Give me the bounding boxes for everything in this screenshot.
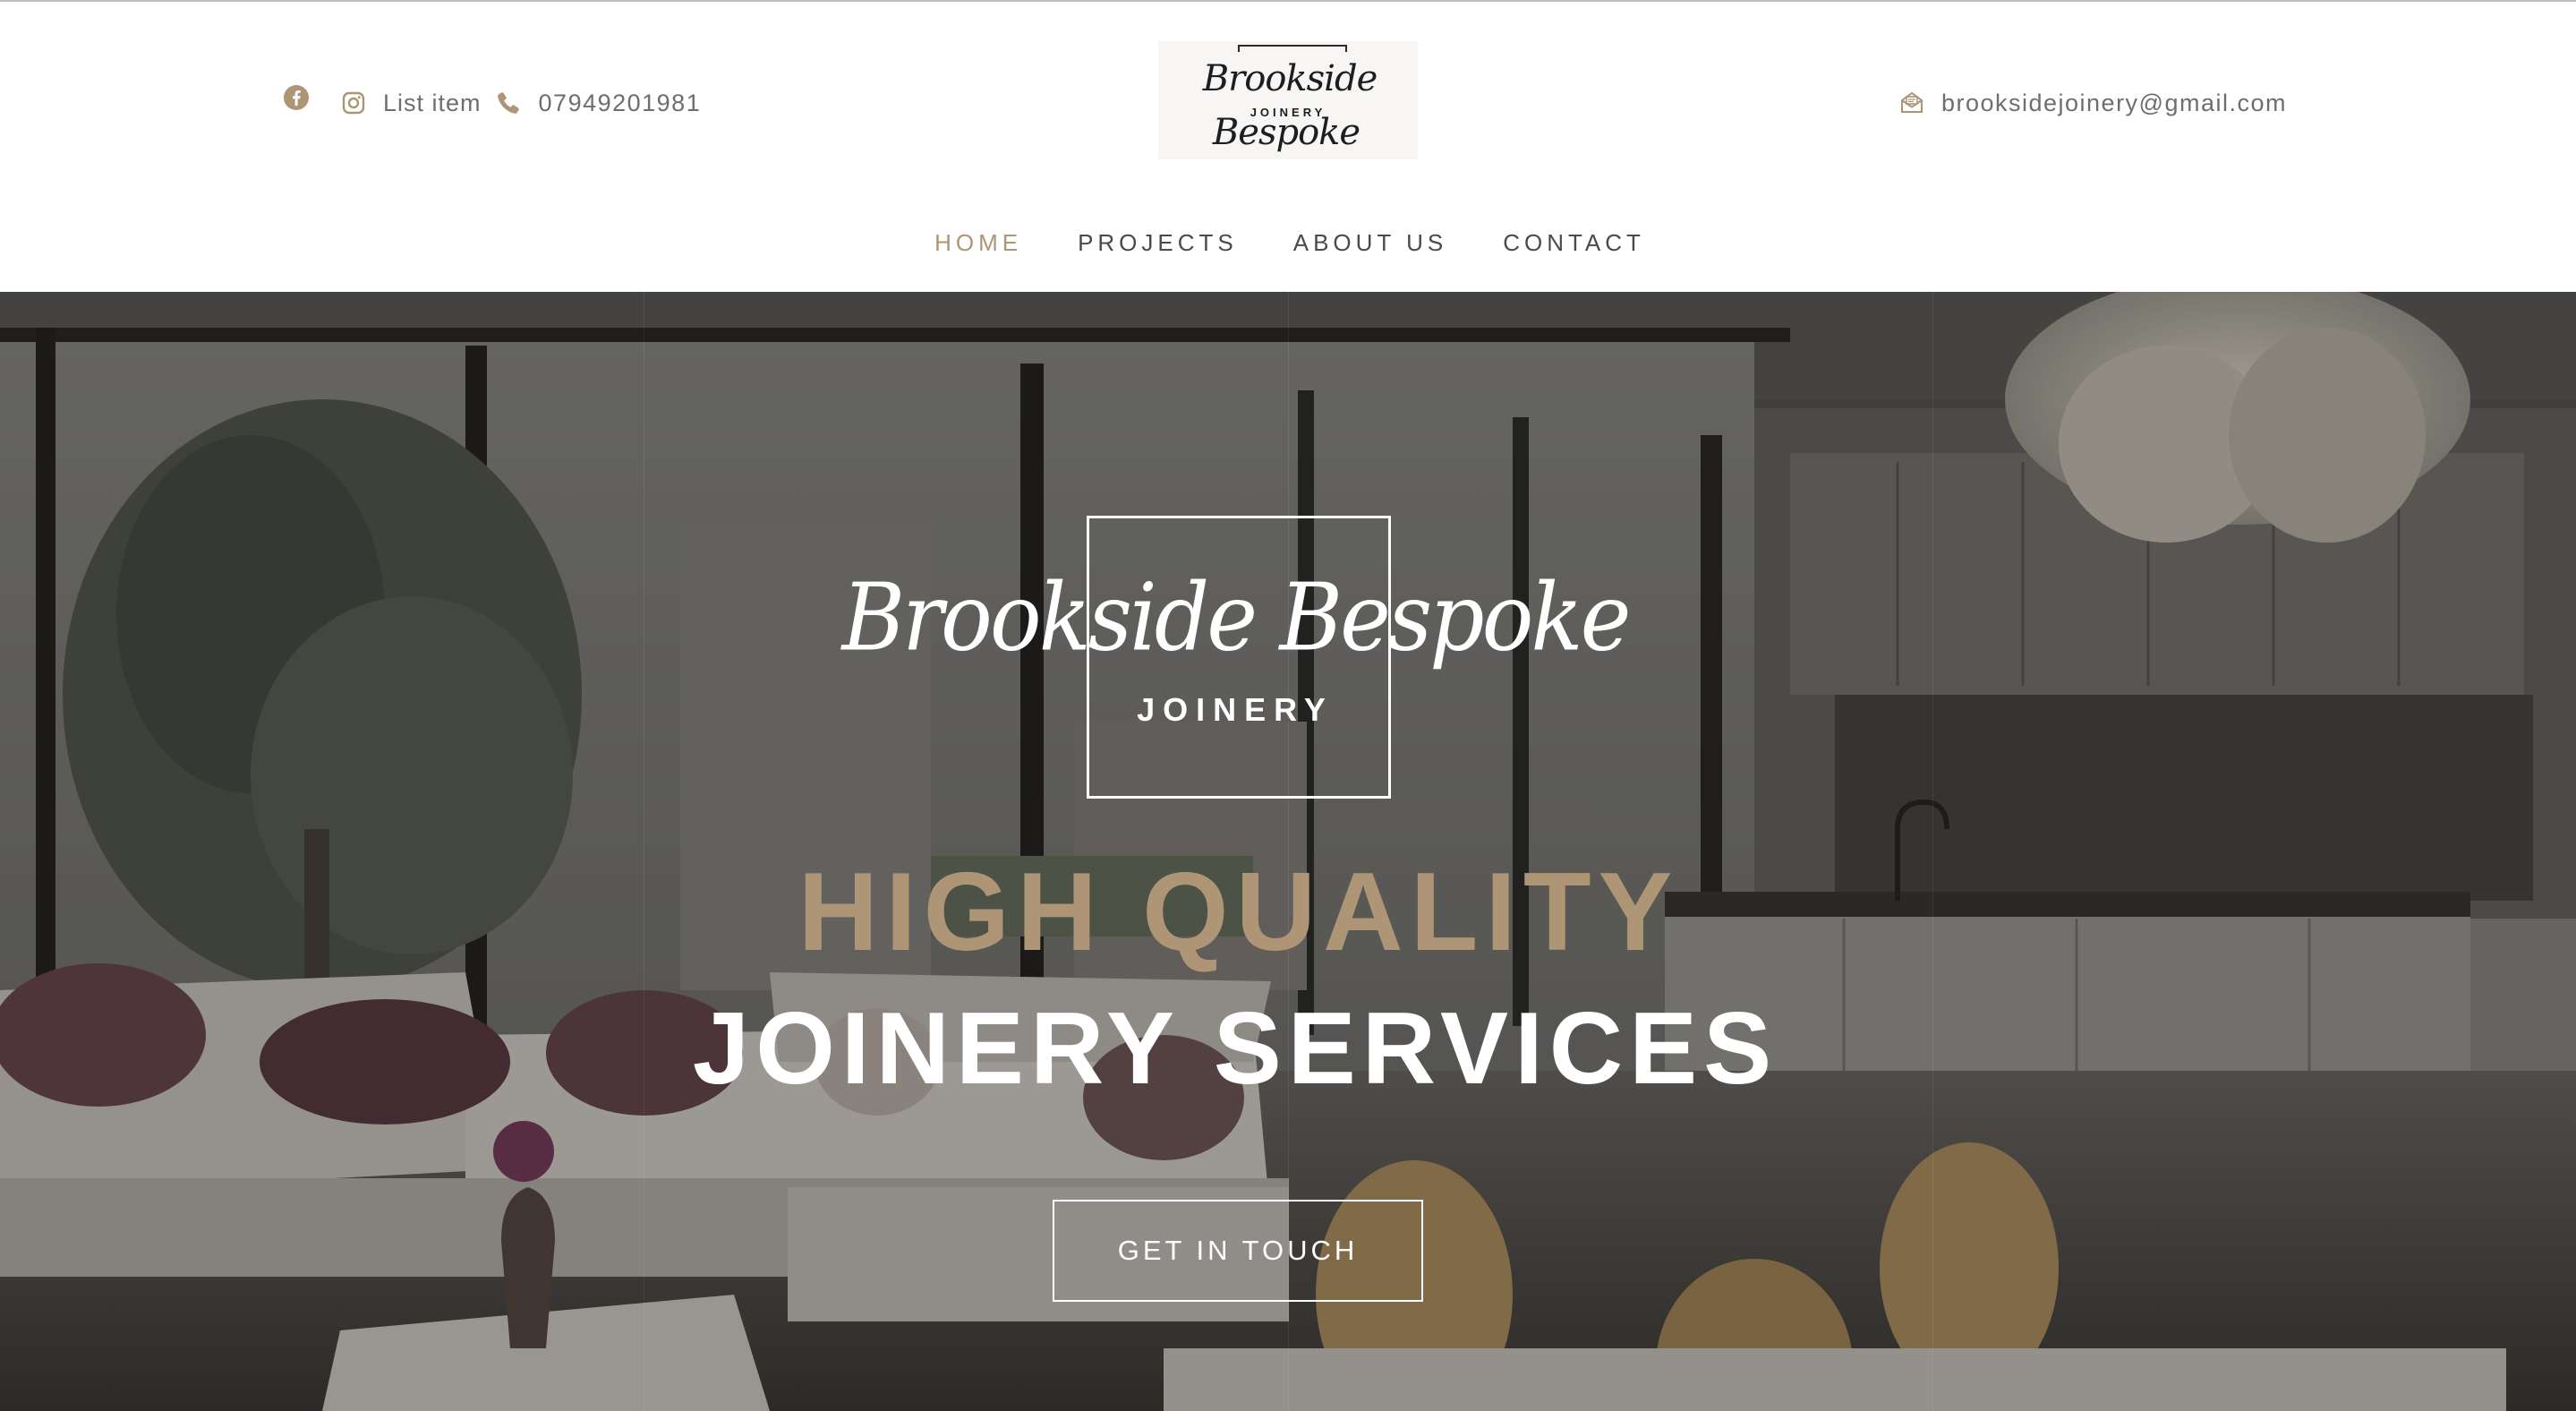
header-contact-right: brooksidejoinery@gmail.com	[1898, 81, 2287, 125]
main-nav: HOME PROJECTS ABOUT US CONTACT	[0, 229, 2576, 257]
hero-logo-script-band: Brookside Bespoke	[842, 555, 1632, 680]
phone-icon	[496, 90, 521, 115]
hero-logo-script-text: Brookside Bespoke	[841, 563, 1632, 672]
list-item-link[interactable]: List item	[383, 90, 482, 117]
nav-item-projects[interactable]: PROJECTS	[1078, 229, 1238, 257]
hero-headline-accent: HIGH QUALITY	[798, 851, 1680, 974]
nav-item-home[interactable]: HOME	[934, 229, 1022, 257]
hero-section: Brookside Bespoke JOINERY HIGH QUALITY J…	[0, 292, 2576, 1411]
email-link[interactable]: brooksidejoinery@gmail.com	[1941, 90, 2287, 117]
hero-logo: Brookside Bespoke JOINERY	[842, 516, 1632, 802]
get-in-touch-label: GET IN TOUCH	[1117, 1235, 1359, 1266]
nav-item-contact[interactable]: CONTACT	[1503, 229, 1645, 257]
hero-logo-sub-band: JOINERY	[940, 691, 1531, 729]
header-contact-left: List item 07949201981	[283, 81, 701, 125]
phone-link[interactable]: 07949201981	[539, 90, 702, 117]
mail-icon	[1898, 90, 1925, 116]
logo-sub-text: JOINERY	[1250, 106, 1326, 119]
get-in-touch-button[interactable]: GET IN TOUCH	[1053, 1200, 1423, 1302]
header-logo[interactable]: Brookside Bespoke JOINERY	[1158, 41, 1418, 159]
hero-headline-main: JOINERY SERVICES	[692, 992, 1778, 1106]
facebook-icon[interactable]	[283, 84, 310, 111]
hero-logo-sub-text: JOINERY	[1137, 691, 1334, 728]
nav-item-about-us[interactable]: ABOUT US	[1293, 229, 1447, 257]
instagram-icon[interactable]	[342, 91, 365, 115]
site-header: List item 07949201981 Brookside Bespoke …	[0, 2, 2576, 290]
